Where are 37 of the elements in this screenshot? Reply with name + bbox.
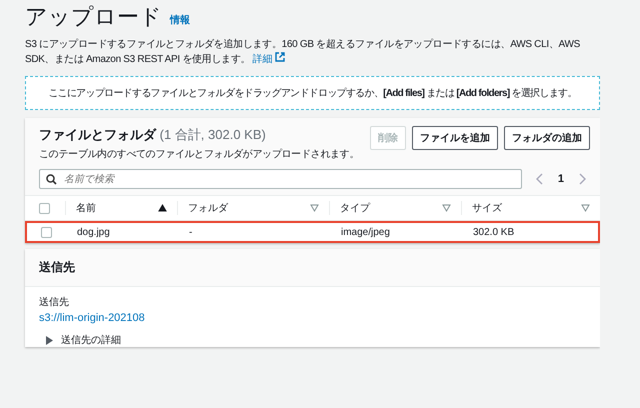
column-header[interactable]: 名前 bbox=[76, 201, 96, 215]
destination-link[interactable]: s3://lim-origin-202108 bbox=[39, 312, 145, 324]
action-button[interactable]: ファイルを追加 bbox=[412, 126, 498, 150]
sort-icon[interactable] bbox=[442, 204, 451, 212]
search-field[interactable]: 名前で検索 bbox=[39, 169, 522, 189]
description-text: S3 にアップロードするファイルとフォルダを追加します。160 GB を超えるファイルをアップロードするには、AWS CLI、AWS SDK、または Amazon S3 REST API を使用します。 詳細 bbox=[25, 38, 582, 67]
row-checkbox[interactable] bbox=[41, 226, 52, 238]
column-header[interactable]: タイプ bbox=[340, 201, 370, 215]
panel-subtitle: このテーブル内のすべてのファイルとフォルダがアップロードされます。 bbox=[39, 148, 360, 161]
sort-icon[interactable] bbox=[581, 204, 590, 212]
page-title: アップロード bbox=[25, 3, 162, 31]
details-link[interactable]: 詳細 bbox=[252, 54, 272, 65]
field-label: 送信先 bbox=[39, 296, 70, 309]
previous-page-icon[interactable] bbox=[536, 173, 544, 185]
file-count: (1 合計, 302.0 KB) bbox=[160, 127, 266, 142]
panel-title: ファイルとフォルダ bbox=[39, 127, 156, 142]
action-button[interactable]: フォルダの追加 bbox=[504, 126, 590, 150]
sort-icon[interactable] bbox=[310, 204, 319, 212]
expander-label[interactable]: 送信先の詳細 bbox=[61, 333, 121, 347]
table-cell: - bbox=[189, 226, 192, 238]
sort-ascending-icon[interactable] bbox=[158, 204, 167, 212]
column-header[interactable]: サイズ bbox=[472, 201, 502, 215]
next-page-icon[interactable] bbox=[578, 173, 586, 185]
panel-title: 送信先 bbox=[39, 260, 75, 274]
external-link-icon bbox=[274, 52, 285, 62]
caret-right-icon[interactable] bbox=[45, 336, 53, 344]
info-link[interactable]: 情報 bbox=[170, 10, 190, 32]
drop-zone[interactable]: ここにアップロードするファイルとフォルダをドラッグアンドドロップするか、[Add files] または [Add folders] を選択します。 bbox=[25, 76, 600, 110]
table-cell: dog.jpg bbox=[77, 226, 110, 238]
search-icon bbox=[46, 174, 57, 185]
table-cell: image/jpeg bbox=[341, 226, 390, 238]
column-header[interactable]: フォルダ bbox=[188, 201, 228, 215]
drop-zone-text: ここにアップロードするファイルとフォルダをドラッグアンドドロップするか、[Add files] または [Add folders] を選択します。 bbox=[48, 86, 577, 100]
table-row[interactable]: dog.jpg - image/jpeg 302.0 KB bbox=[25, 221, 600, 243]
select-all-checkbox[interactable] bbox=[39, 202, 50, 214]
page-number[interactable]: 1 bbox=[558, 173, 564, 185]
table-cell: 302.0 KB bbox=[473, 226, 514, 238]
